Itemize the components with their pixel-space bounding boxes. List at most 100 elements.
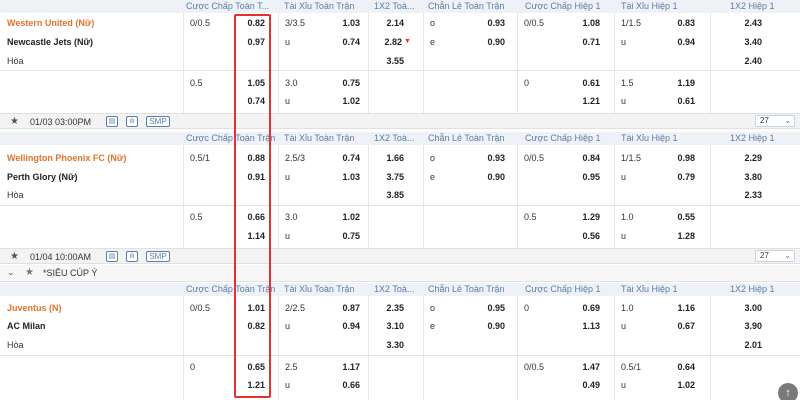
odds-cell[interactable]: 2.82 [372, 36, 402, 48]
stats-icon[interactable]: ılı [126, 116, 138, 127]
header-h1-over-under: Tài Xỉu Hiệp 1 [621, 284, 678, 294]
odds-cell[interactable]: 1.02 [660, 379, 695, 391]
odds-cell[interactable]: 0.93 [470, 17, 505, 29]
odds-cell[interactable]: 2.40 [725, 55, 762, 67]
odds-cell[interactable]: 3.30 [372, 339, 404, 351]
odds-cell[interactable]: 0.69 [565, 302, 600, 314]
odds-cell[interactable]: 0.95 [565, 171, 600, 183]
odds-cell[interactable]: 0.84 [565, 152, 600, 164]
odds-cell[interactable]: 3.00 [725, 302, 762, 314]
odds-cell[interactable]: 1.47 [565, 361, 600, 373]
home-team-name[interactable]: Wellington Phoenix FC (Nữ) [7, 152, 126, 164]
odds-cell[interactable]: 1.17 [325, 361, 360, 373]
header-h1-handicap: Cược Chấp Hiệp 1 [525, 133, 601, 143]
odds-cell[interactable]: 0.64 [660, 361, 695, 373]
odds-cell[interactable]: 0.90 [470, 171, 505, 183]
odds-cell[interactable]: 3.85 [372, 189, 404, 201]
odds-cell[interactable]: 3.55 [372, 55, 404, 67]
home-team-name[interactable]: Juventus (N) [7, 302, 62, 314]
total-line: 2.5 [285, 362, 298, 372]
odds-cell[interactable]: 3.90 [725, 320, 762, 332]
odds-cell[interactable]: 0.94 [325, 320, 360, 332]
even-label: e [430, 37, 436, 47]
league-star-icon[interactable]: ★ [25, 267, 34, 278]
odds-cell[interactable]: 1.21 [565, 95, 600, 107]
odds-cell[interactable]: 0.56 [565, 230, 600, 242]
odds-cell[interactable]: 0.94 [660, 36, 695, 48]
odds-cell[interactable]: 1.02 [325, 95, 360, 107]
column-divider [517, 13, 518, 113]
odds-cell[interactable]: 0.75 [325, 230, 360, 242]
odds-cell[interactable]: 0.71 [565, 36, 600, 48]
odds-cell[interactable]: 0.67 [660, 320, 695, 332]
odds-cell[interactable]: 3.80 [725, 171, 762, 183]
smp-button[interactable]: SMP [146, 116, 170, 127]
odds-cell[interactable]: 2.43 [725, 17, 762, 29]
favorite-star-icon[interactable]: ★ [10, 251, 19, 263]
away-team-name[interactable]: AC Milan [7, 320, 46, 332]
odds-cell[interactable]: 2.33 [725, 189, 762, 201]
odds-cell[interactable]: 1.29 [565, 211, 600, 223]
total-line: 1.5 [621, 78, 634, 88]
home-team-name[interactable]: Western United (Nữ) [7, 17, 94, 29]
odds-cell[interactable]: 0.95 [470, 302, 505, 314]
header-over-under: Tài Xỉu Toàn Trận [284, 284, 355, 294]
odds-cell[interactable]: 0.98 [660, 152, 695, 164]
odds-cell[interactable]: 1.16 [660, 302, 695, 314]
odds-cell[interactable]: 0.79 [660, 171, 695, 183]
column-divider [517, 145, 518, 248]
odds-cell[interactable]: 2.01 [725, 339, 762, 351]
odds-cell[interactable]: 2.35 [372, 302, 404, 314]
odds-cell[interactable]: 0.93 [470, 152, 505, 164]
odds-cell[interactable]: 1.28 [660, 230, 695, 242]
under-label: u [285, 231, 291, 241]
handicap-line: 0.5/1 [190, 153, 211, 163]
stats-icon[interactable]: ılı [126, 251, 138, 262]
odds-cell[interactable]: 1.02 [325, 211, 360, 223]
odds-cell[interactable]: 1.03 [325, 171, 360, 183]
odds-cell[interactable]: 3.10 [372, 320, 404, 332]
header-1x2: 1X2 Toà... [374, 133, 415, 143]
odds-cell[interactable]: 0.75 [325, 77, 360, 89]
odds-cell[interactable]: 3.40 [725, 36, 762, 48]
odds-cell[interactable]: 1.13 [565, 320, 600, 332]
row-divider [0, 355, 800, 356]
chevron-down-icon: ⌄ [784, 116, 791, 125]
favorite-star-icon[interactable]: ★ [10, 116, 19, 128]
odds-cell[interactable]: 3.75 [372, 171, 404, 183]
odds-cell[interactable]: 0.55 [660, 211, 695, 223]
column-divider [614, 145, 615, 248]
odds-cell[interactable]: 0.87 [325, 302, 360, 314]
header-h1-handicap: Cược Chấp Hiệp 1 [525, 1, 601, 11]
odds-cell[interactable]: 0.49 [565, 379, 600, 391]
odds-cell[interactable]: 1.08 [565, 17, 600, 29]
odds-cell[interactable]: 1.66 [372, 152, 404, 164]
odds-cell[interactable]: 0.61 [565, 77, 600, 89]
odds-cell[interactable]: 1.03 [325, 17, 360, 29]
more-markets-select[interactable]: 27 ⌄ [755, 250, 795, 262]
column-divider [368, 296, 369, 400]
odds-cell[interactable]: 1.19 [660, 77, 695, 89]
away-team-name[interactable]: Newcastle Jets (Nữ) [7, 36, 93, 48]
odds-cell[interactable]: 0.66 [325, 379, 360, 391]
odds-cell[interactable]: 0.74 [325, 36, 360, 48]
odds-cell[interactable]: 0.74 [325, 152, 360, 164]
odds-cell[interactable]: 0.90 [470, 36, 505, 48]
odds-cell[interactable]: 0.61 [660, 95, 695, 107]
scoreboard-icon[interactable]: ▤ [106, 116, 118, 127]
odds-cell[interactable]: 0.90 [470, 320, 505, 332]
header-over-under: Tài Xỉu Toàn Trận [284, 133, 355, 143]
odds-cell[interactable]: 2.29 [725, 152, 762, 164]
column-divider [183, 296, 184, 400]
away-team-name[interactable]: Perth Glory (Nữ) [7, 171, 78, 183]
more-markets-select[interactable]: 27 ⌄ [755, 115, 795, 127]
league-header[interactable]: ⌄ ★ *SIÊU CÚP Ý [0, 265, 800, 282]
odds-cell[interactable]: 0.83 [660, 17, 695, 29]
odds-cell[interactable]: 2.14 [372, 17, 404, 29]
scroll-top-icon[interactable]: ↑ [778, 383, 798, 400]
smp-button[interactable]: SMP [146, 251, 170, 262]
odd-label: o [430, 303, 436, 313]
scoreboard-icon[interactable]: ▤ [106, 251, 118, 262]
collapse-chevron-icon[interactable]: ⌄ [7, 267, 15, 278]
handicap-line: 0/0.5 [524, 18, 545, 28]
